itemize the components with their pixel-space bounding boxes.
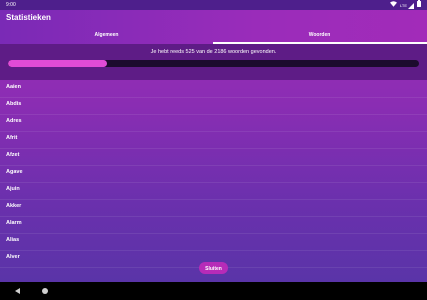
list-item: Alarm [0, 216, 427, 234]
word-label: Adres [6, 118, 22, 124]
wifi-icon [389, 0, 397, 11]
progress-text: Je hebt reeds 525 van de 2186 woorden ge… [150, 49, 277, 55]
statistics-screen: Statistieken Algemeen Woorden Je hebt re… [0, 10, 427, 282]
progress-panel: Je hebt reeds 525 van de 2186 woorden ge… [0, 44, 427, 80]
app-bar: Statistieken Algemeen Woorden [0, 10, 427, 44]
word-label: Akker [6, 203, 22, 209]
close-button[interactable]: Sluiten [199, 262, 228, 274]
word-label: Alarm [6, 220, 22, 226]
word-label: Aaien [6, 84, 21, 90]
tab-bar: Algemeen Woorden [0, 30, 427, 44]
list-item: Agave [0, 165, 427, 183]
progress-bar-fill [8, 60, 107, 67]
list-item: Afzet [0, 148, 427, 166]
word-label: Agave [6, 169, 23, 175]
list-item: Aaien [0, 80, 427, 98]
status-time: 9:00 [6, 2, 16, 8]
word-label: Abdis [6, 101, 22, 107]
list-item: Ajuin [0, 182, 427, 200]
list-item: Afrit [0, 131, 427, 149]
progress-bar [8, 60, 419, 67]
back-icon[interactable] [15, 288, 20, 294]
word-label: Afzet [6, 152, 20, 158]
list-item: Akker [0, 199, 427, 217]
word-label: Ajuin [6, 186, 20, 192]
lte-label: LTE [399, 2, 407, 8]
navigation-bar [0, 282, 427, 300]
list-item: Alias [0, 233, 427, 251]
lte-signal-icon: LTE [400, 1, 414, 11]
tab-general[interactable]: Algemeen [0, 30, 213, 44]
word-list[interactable]: Aaien Abdis Adres Afrit Afzet Agave Ajui… [0, 80, 427, 268]
word-label: Alver [6, 254, 20, 260]
list-item: Adres [0, 114, 427, 132]
status-bar: 9:00 LTE [0, 0, 427, 10]
page-title: Statistieken [6, 13, 51, 22]
list-item: Abdis [0, 97, 427, 115]
word-label: Afrit [6, 135, 18, 141]
home-icon[interactable] [42, 288, 48, 294]
word-label: Alias [6, 237, 20, 243]
